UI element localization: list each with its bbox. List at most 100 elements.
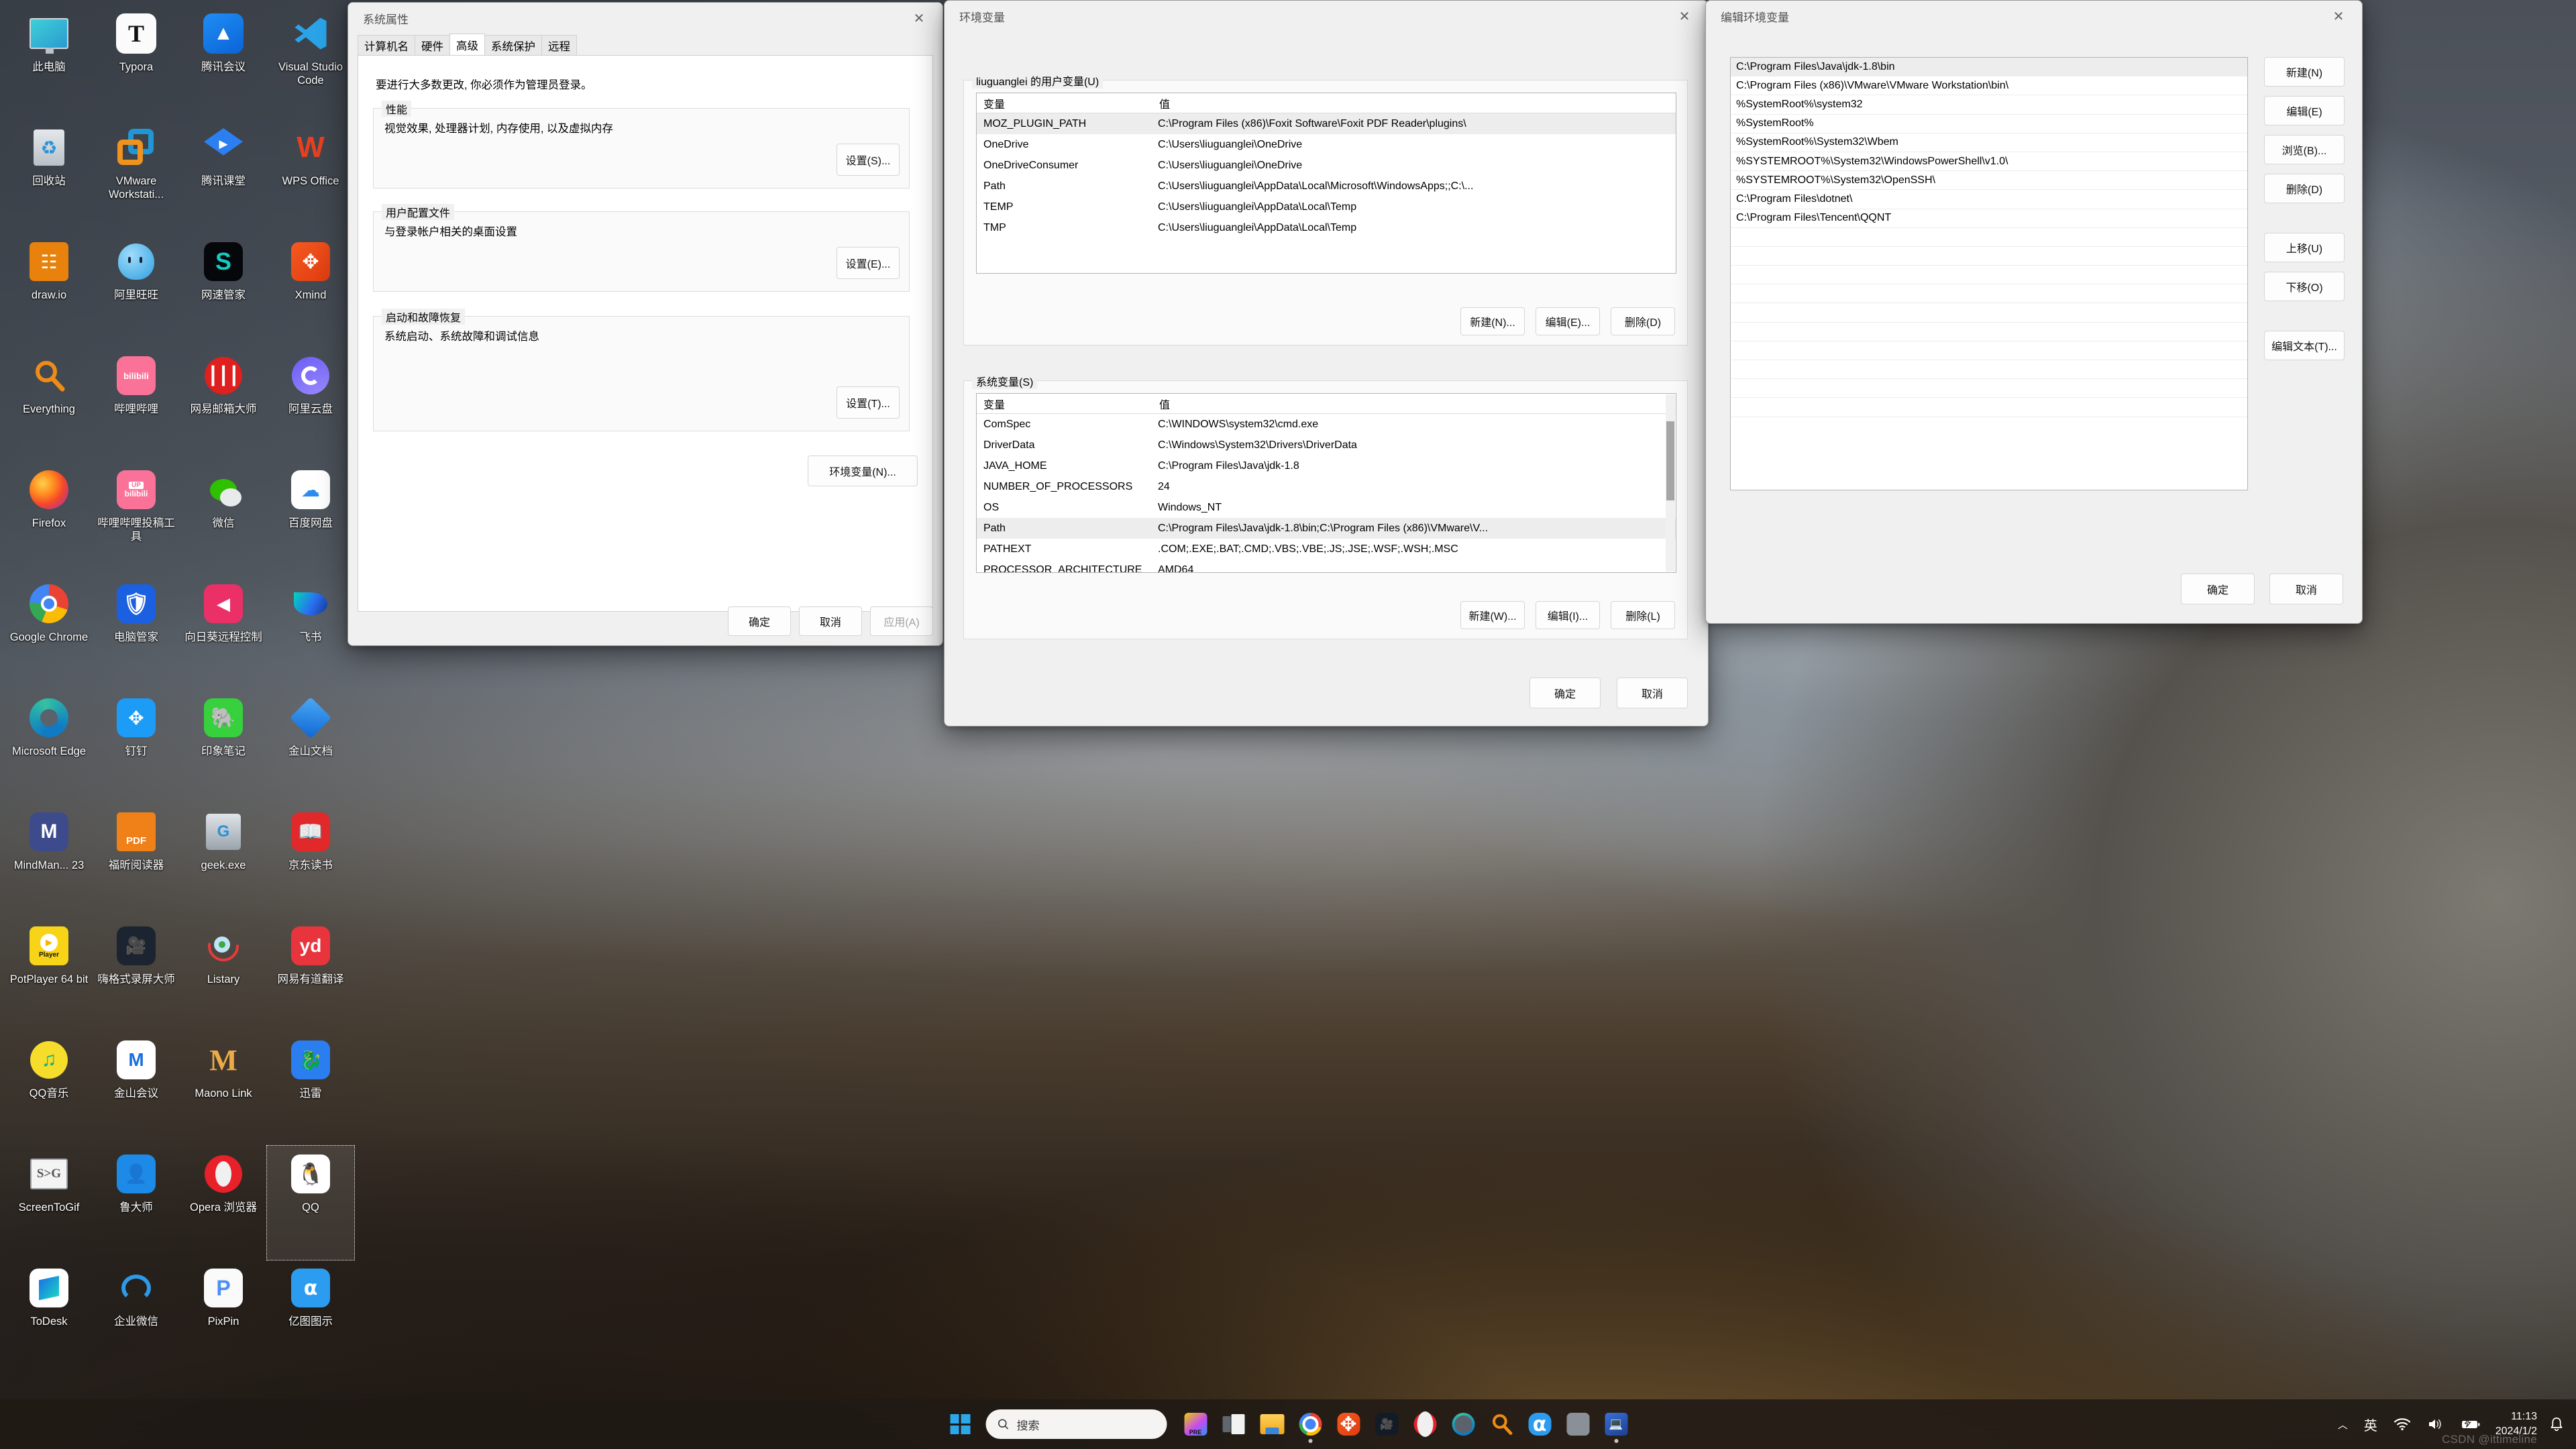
edit-environment-variable-window[interactable]: 编辑环境变量 ✕ C:\Program Files\Java\jdk-1.8\b… — [1705, 0, 2363, 624]
ok-button[interactable]: 确定 — [1529, 678, 1601, 708]
user-variables-table[interactable]: 变量 值 MOZ_PLUGIN_PATH C:\Program Files (x86)… — [976, 93, 1676, 274]
close-icon[interactable]: ✕ — [1661, 1, 1708, 32]
tab-4[interactable]: 远程 — [541, 35, 577, 55]
desktop-icon-evernote[interactable]: 🐘 印象笔记 — [180, 690, 267, 804]
system-properties-tabs[interactable]: 计算机名 硬件 高级 系统保护 远程 — [348, 34, 943, 55]
path-entry-row[interactable]: C:\Program Files\Java\jdk-1.8\bin — [1731, 58, 2247, 77]
system-variables-table[interactable]: 变量 值 ComSpec C:\WINDOWS\system32\cmd.exe Dr… — [976, 393, 1676, 573]
table-row[interactable]: PROCESSOR_ARCHITECTURE AMD64 — [977, 559, 1676, 573]
taskbar-file-explorer[interactable] — [1253, 1403, 1291, 1446]
desktop-icon-aliyun-drive[interactable]: 阿里云盘 — [267, 347, 354, 462]
path-entry-row[interactable]: C:\Program Files (x86)\VMware\VMware Wor… — [1731, 76, 2247, 96]
path-entry-list[interactable]: C:\Program Files\Java\jdk-1.8\bin C:\Prog… — [1730, 57, 2248, 490]
desktop-icon-bilibili-upload[interactable]: UP bilibili 哔哩哔哩投稿工具 — [93, 462, 180, 576]
table-row[interactable]: ComSpec C:\WINDOWS\system32\cmd.exe — [977, 414, 1676, 435]
path-entry-row[interactable]: %SYSTEMROOT%\System32\WindowsPowerShell\… — [1731, 152, 2247, 172]
search-input[interactable]: 搜索 — [985, 1409, 1167, 1439]
start-button[interactable] — [941, 1403, 979, 1446]
ok-button[interactable]: 确定 — [2181, 574, 2255, 604]
user-delete-button[interactable]: 删除(D) — [1611, 307, 1675, 335]
desktop-icon-bilibili[interactable]: bilibili 哔哩哔哩 — [93, 347, 180, 462]
desktop-icon-tencent-ketang[interactable]: ▶ 腾讯课堂 — [180, 119, 267, 233]
path-entry-row[interactable] — [1731, 398, 2247, 417]
desktop-icon-ludashi[interactable]: 👤 鲁大师 — [93, 1146, 180, 1260]
desktop-icon-maono-link[interactable]: M Maono Link — [180, 1032, 267, 1146]
taskbar-system-properties[interactable]: 💻 — [1597, 1403, 1635, 1446]
battery-charging-icon[interactable] — [2453, 1403, 2489, 1446]
desktop-icon-chrome[interactable]: Google Chrome — [5, 576, 93, 690]
cancel-button[interactable]: 取消 — [799, 606, 862, 636]
move-down-button[interactable]: 下移(O) — [2264, 272, 2345, 301]
new-button[interactable]: 新建(N) — [2264, 57, 2345, 87]
desktop-icon-kingsoft-meeting[interactable]: M 金山会议 — [93, 1032, 180, 1146]
path-entry-row[interactable] — [1731, 266, 2247, 285]
desktop-icon-youdao-translate[interactable]: yd 网易有道翻译 — [267, 918, 354, 1032]
system-edit-button[interactable]: 编辑(I)... — [1536, 601, 1600, 629]
path-entry-row[interactable]: %SystemRoot%\system32 — [1731, 95, 2247, 115]
desktop-icon-wps-office[interactable]: W WPS Office — [267, 119, 354, 233]
desktop-icon-sunlogin[interactable]: ◀ 向日葵远程控制 — [180, 576, 267, 690]
desktop-icon-potplayer[interactable]: ▶ Player PotPlayer 64 bit — [5, 918, 93, 1032]
taskbar-xmind[interactable]: ✥ — [1330, 1403, 1368, 1446]
system-properties-window[interactable]: 系统属性 ✕ 计算机名 硬件 高级 系统保护 远程 要进行大多数更改, 你必须作为管理员… — [347, 2, 943, 646]
user-edit-button[interactable]: 编辑(E)... — [1536, 307, 1600, 335]
desktop-icon-mindmanager[interactable]: M MindMan... 23 — [5, 804, 93, 918]
desktop-icon-typora[interactable]: T Typora — [93, 5, 180, 119]
desktop-icon-geek-uninstaller[interactable]: Ggeek.exe — [180, 804, 267, 918]
desktop-icon-recycle-bin[interactable]: ♻ 回收站 — [5, 119, 93, 233]
path-entry-row[interactable] — [1731, 247, 2247, 266]
path-entry-row[interactable] — [1731, 379, 2247, 398]
desktop-icon-firefox[interactable]: Firefox — [5, 462, 93, 576]
desktop-icon-listary[interactable]: Listary — [180, 918, 267, 1032]
ok-button[interactable]: 确定 — [728, 606, 791, 636]
user-new-button[interactable]: 新建(N)... — [1460, 307, 1525, 335]
close-icon[interactable]: ✕ — [2315, 1, 2362, 32]
edit-button[interactable]: 编辑(E) — [2264, 96, 2345, 125]
desktop-icon-everything[interactable]: Everything — [5, 347, 93, 462]
path-entry-row[interactable] — [1731, 360, 2247, 380]
desktop-icon-xmind[interactable]: ✥ Xmind — [267, 233, 354, 347]
desktop-icon-edge[interactable]: Microsoft Edge — [5, 690, 93, 804]
taskbar-everything[interactable] — [1483, 1403, 1521, 1446]
table-row[interactable]: NUMBER_OF_PROCESSORS 24 — [977, 476, 1676, 497]
desktop-icon-pixpin[interactable]: P PixPin — [180, 1260, 267, 1374]
tab-3[interactable]: 系统保护 — [484, 35, 542, 55]
desktop-icon-tencent-meeting[interactable]: ▲ 腾讯会议 — [180, 5, 267, 119]
path-entry-row[interactable]: C:\Program Files\dotnet\ — [1731, 190, 2247, 209]
path-entry-row[interactable]: %SYSTEMROOT%\System32\OpenSSH\ — [1731, 171, 2247, 191]
taskbar-edge[interactable] — [1444, 1403, 1483, 1446]
desktop-icon-dingtalk[interactable]: ✥ 钉钉 — [93, 690, 180, 804]
taskbar-recorder[interactable]: 🎥 — [1368, 1403, 1406, 1446]
path-entry-row[interactable] — [1731, 228, 2247, 247]
taskbar[interactable]: 搜索 PRE ✥ 🎥 ⍺ 💻 ︿ 英 11:13 2024/1/2 CSDN @… — [0, 1399, 2576, 1449]
table-row[interactable]: DriverData C:\Windows\System32\Drivers\Dr… — [977, 435, 1676, 455]
system-new-button[interactable]: 新建(W)... — [1460, 601, 1525, 629]
desktop-icon-this-pc[interactable]: 此电脑 — [5, 5, 93, 119]
desktop-icon-foxit-reader[interactable]: PDF 福昕阅读器 — [93, 804, 180, 918]
startup-recovery-settings-button[interactable]: 设置(T)... — [837, 386, 900, 419]
path-entry-row[interactable]: C:\Program Files\Tencent\QQNT — [1731, 209, 2247, 228]
taskbar-task-view[interactable] — [1215, 1403, 1253, 1446]
desktop-icon-edraw[interactable]: ⍺ 亿图图示 — [267, 1260, 354, 1374]
desktop-icon-screentogif[interactable]: S>G ScreenToGif — [5, 1146, 93, 1260]
path-entry-row[interactable] — [1731, 341, 2247, 360]
scrollbar-thumb[interactable] — [1666, 421, 1674, 500]
delete-button[interactable]: 删除(D) — [2264, 174, 2345, 203]
edit-environment-variable-titlebar[interactable]: 编辑环境变量 ✕ — [1706, 1, 2362, 32]
desktop-icon-aliwangwang[interactable]: 阿里旺旺 — [93, 233, 180, 347]
path-entry-row[interactable] — [1731, 284, 2247, 304]
user-profiles-settings-button[interactable]: 设置(E)... — [837, 247, 900, 279]
desktop-icon-qq-music[interactable]: ♫ QQ音乐 — [5, 1032, 93, 1146]
desktop-icon-wechat[interactable]: 微信 — [180, 462, 267, 576]
desktop-icon-baidu-netdisk[interactable]: ☁ 百度网盘 — [267, 462, 354, 576]
desktop-icon-wangsu-guanjia[interactable]: S 网速管家 — [180, 233, 267, 347]
desktop-icon-tencent-pcmgr[interactable]: 🛡 电脑管家 — [93, 576, 180, 690]
table-row[interactable]: JAVA_HOME C:\Program Files\Java\jdk-1.8 — [977, 455, 1676, 476]
tray-ime-indicator[interactable]: 英 — [2356, 1403, 2385, 1446]
table-row[interactable]: OneDrive C:\Users\liuguanglei\OneDrive — [977, 134, 1676, 155]
bell-icon[interactable] — [2544, 1403, 2569, 1446]
path-entry-row[interactable] — [1731, 323, 2247, 341]
desktop-icon-vscode[interactable]: Visual Studio Code — [267, 5, 354, 119]
desktop-icon-higeshi-recorder[interactable]: 🎥 嗨格式录屏大师 — [93, 918, 180, 1032]
browse-button[interactable]: 浏览(B)... — [2264, 135, 2345, 164]
